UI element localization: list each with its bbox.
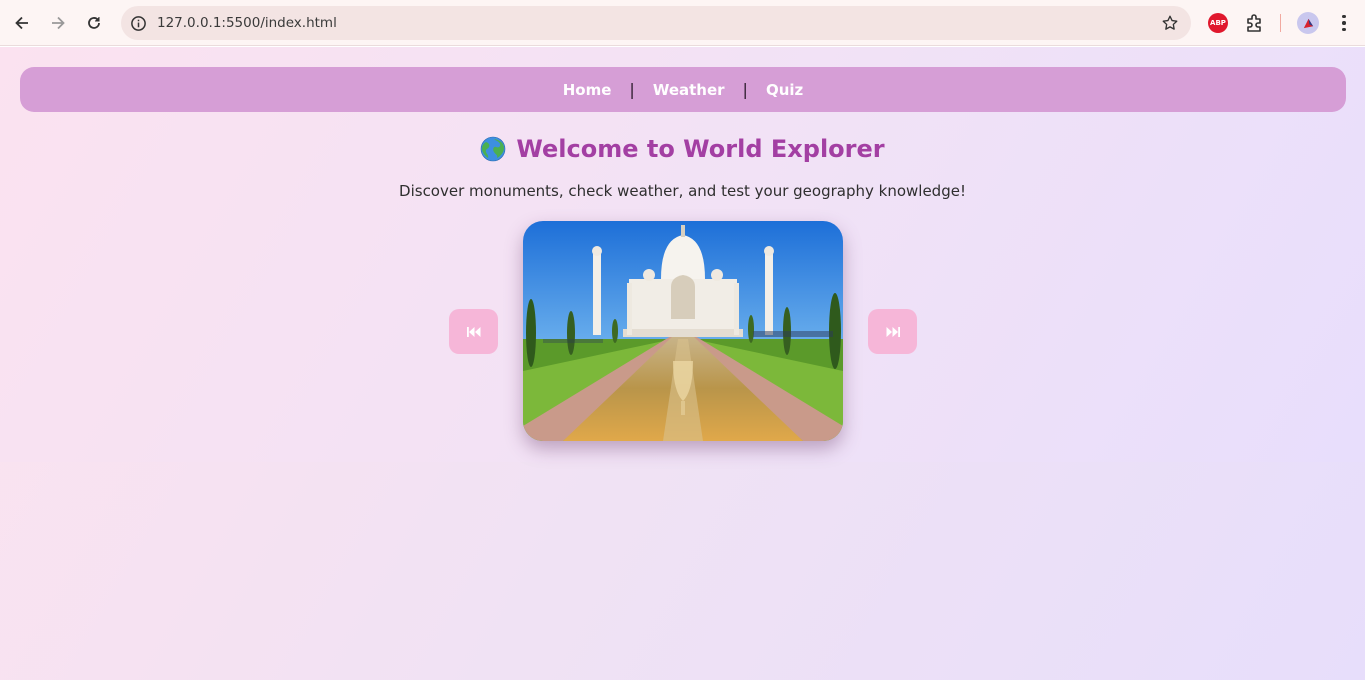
nav-link-quiz[interactable]: Quiz bbox=[766, 81, 803, 99]
page-body: Home | Weather | Quiz Welcome to World E… bbox=[0, 47, 1365, 680]
url-text[interactable]: 127.0.0.1:5500/index.html bbox=[157, 15, 337, 31]
profile-icon[interactable] bbox=[1297, 12, 1319, 34]
previous-slide-button[interactable] bbox=[449, 309, 498, 354]
taj-mahal-photo bbox=[523, 221, 843, 441]
info-icon[interactable] bbox=[123, 8, 153, 38]
page-title: Welcome to World Explorer bbox=[0, 135, 1365, 163]
address-bar[interactable]: 127.0.0.1:5500/index.html bbox=[121, 6, 1191, 40]
nav-separator: | bbox=[629, 80, 635, 99]
top-navigation: Home | Weather | Quiz bbox=[20, 67, 1346, 112]
monument-image bbox=[523, 221, 843, 441]
nav-separator: | bbox=[742, 80, 748, 99]
back-button[interactable] bbox=[7, 8, 37, 38]
adblock-label: ABP bbox=[1210, 19, 1226, 27]
adblock-icon[interactable]: ABP bbox=[1208, 13, 1228, 33]
nav-link-home[interactable]: Home bbox=[563, 81, 612, 99]
browser-toolbar: 127.0.0.1:5500/index.html ABP bbox=[0, 0, 1365, 46]
reload-button[interactable] bbox=[79, 8, 109, 38]
page-subtitle: Discover monuments, check weather, and t… bbox=[399, 182, 966, 200]
previous-track-icon bbox=[466, 326, 480, 337]
kebab-menu-icon[interactable] bbox=[1334, 12, 1354, 34]
reload-icon bbox=[88, 17, 100, 29]
hero-section: Home | Weather | Quiz Welcome to World E… bbox=[0, 47, 1365, 462]
next-track-icon bbox=[886, 326, 900, 337]
puzzle-icon[interactable] bbox=[1244, 12, 1266, 34]
nav-link-weather[interactable]: Weather bbox=[653, 81, 725, 99]
arrow-right-icon bbox=[52, 16, 65, 30]
star-icon[interactable] bbox=[1159, 12, 1181, 34]
toolbar-divider bbox=[1280, 14, 1281, 32]
globe-icon bbox=[481, 136, 506, 162]
forward-button[interactable] bbox=[43, 8, 73, 38]
next-slide-button[interactable] bbox=[868, 309, 917, 354]
page-title-text: Welcome to World Explorer bbox=[516, 135, 885, 163]
arrow-left-icon bbox=[15, 16, 28, 30]
